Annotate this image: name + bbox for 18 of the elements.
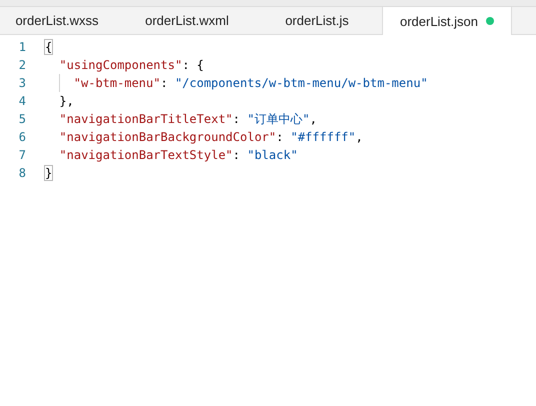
code-line: "usingComponents": { (59, 58, 204, 72)
unsaved-dot-icon (486, 17, 494, 25)
code-line: }, (59, 94, 74, 108)
file-tab[interactable]: orderList.json (382, 7, 512, 35)
line-number: 8 (18, 166, 27, 180)
code-line: "navigationBarBackgroundColor": "#ffffff", (59, 130, 363, 144)
code-line: "navigationBarTextStyle": "black" (59, 148, 298, 162)
line-number: 1 (18, 40, 27, 54)
line-number: 5 (18, 112, 27, 126)
line-number: 2 (18, 58, 27, 72)
code-line: { (45, 40, 52, 54)
line-number: 4 (18, 94, 27, 108)
code-line: "navigationBarTitleText": "订单中心", (59, 110, 317, 128)
line-number: 6 (18, 130, 27, 144)
line-number: 7 (18, 148, 27, 162)
code-line: } (45, 166, 52, 180)
code-line: "w-btm-menu": "/components/w-btm-menu/w-btm-menu" (74, 76, 428, 90)
line-number: 3 (18, 76, 27, 90)
